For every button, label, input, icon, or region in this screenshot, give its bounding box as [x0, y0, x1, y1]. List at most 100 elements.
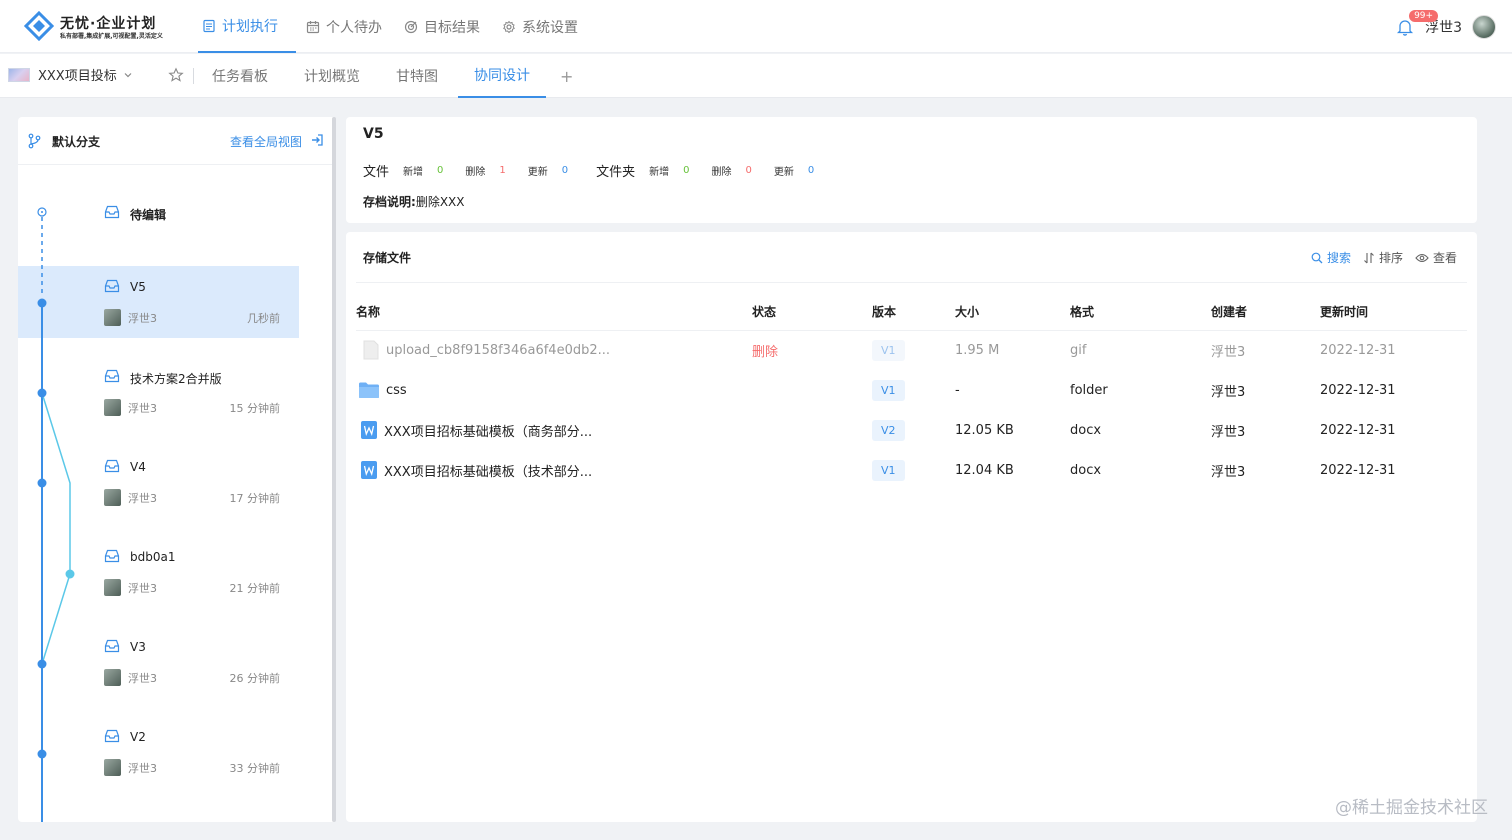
file-status [752, 370, 872, 410]
nav-label: 计划执行 [222, 18, 278, 35]
notifications[interactable]: 99+ [1395, 10, 1439, 37]
logo-icon [24, 11, 54, 41]
folder-added-count: 0 [683, 165, 690, 176]
file-deleted-count: 1 [499, 165, 506, 176]
file-size: 12.04 KB [955, 462, 1014, 478]
version-tag: V2 [872, 419, 905, 441]
login-arrow-icon [312, 134, 323, 146]
view-label: 查看 [1432, 251, 1457, 265]
nav-personal-todo[interactable]: 个人待办 [302, 0, 394, 53]
main-nav: 计划执行 个人待办 目标结果 系统设置 [198, 0, 596, 53]
column-header-status[interactable]: 状态 [752, 294, 872, 331]
global-view-link[interactable]: 查看全局视图 [230, 133, 302, 150]
stored-files-title: 存储文件 [363, 251, 412, 265]
column-header-creator[interactable]: 创建者 [1211, 294, 1320, 331]
branch-item-title: V3 [130, 640, 146, 654]
file-name[interactable]: css [386, 383, 407, 398]
search-button[interactable]: 搜索 [1311, 249, 1351, 266]
sort-button[interactable]: 排序 [1363, 249, 1403, 266]
column-header-name[interactable]: 名称 [356, 294, 752, 331]
nav-system-settings[interactable]: 系统设置 [498, 0, 590, 53]
archive-note-label: 存档说明: [363, 195, 416, 209]
column-header-updated[interactable]: 更新时间 [1320, 294, 1467, 331]
author-avatar [104, 309, 121, 326]
branch-item-author: 浮世3 [128, 672, 157, 685]
file-version-cell: V2 [872, 410, 955, 450]
nav-goal-results[interactable]: 目标结果 [400, 0, 492, 53]
table-row[interactable]: css V1 - folder 浮世3 2022-12-31 [356, 370, 1467, 410]
tab-plan-overview[interactable]: 计划概览 [288, 54, 376, 98]
project-selector[interactable]: XXX项目投标 [8, 65, 135, 84]
branch-item-time: 26 分钟前 [229, 672, 281, 685]
nav-label: 系统设置 [522, 19, 578, 36]
search-icon [1311, 252, 1323, 263]
calendar-icon [306, 20, 320, 33]
word-doc-icon [361, 461, 377, 479]
generic-file-icon [363, 340, 379, 360]
folder-icon [359, 382, 379, 398]
file-name[interactable]: upload_cb8f9158f346a6f4e0db2... [386, 343, 610, 358]
nav-label: 目标结果 [424, 19, 480, 36]
file-name-cell: XXX项目招标基础模板（商务部分... [356, 410, 752, 450]
archive-note: 存档说明:删除XXX [363, 193, 464, 210]
branch-item-title: V5 [130, 280, 146, 294]
author-avatar [104, 579, 121, 596]
stored-files-card: 存储文件 搜索 排序 查看 名称 状态 版本 大小 格式 创建者 更新时间 up… [346, 232, 1477, 822]
file-stats-label: 文件 [363, 165, 390, 180]
file-name[interactable]: XXX项目招标基础模板（技术部分... [384, 461, 592, 480]
logo-subtitle: 私有部署,集成扩展,可视配置,灵活定义 [60, 33, 163, 40]
divider [193, 68, 194, 84]
branch-item-title: bdb0a1 [130, 550, 176, 564]
inbox-icon [104, 459, 120, 473]
column-header-format[interactable]: 格式 [1070, 294, 1211, 331]
file-actions: 搜索 排序 查看 [1299, 249, 1457, 266]
branch-item-title: 技术方案2合并版 [130, 372, 222, 386]
column-header-version[interactable]: 版本 [872, 294, 955, 331]
file-updated: 2022-12-31 [1320, 462, 1396, 478]
branch-item-time: 33 分钟前 [229, 762, 281, 775]
chevron-down-icon [124, 72, 132, 77]
add-tab-button[interactable]: + [550, 54, 583, 98]
calendar-list-icon [203, 19, 215, 32]
tab-task-board[interactable]: 任务看板 [196, 54, 284, 98]
version-tag: V1 [872, 459, 905, 481]
nav-plan-execution[interactable]: 计划执行 [198, 0, 296, 53]
folder-updated-count: 0 [807, 165, 815, 176]
version-timeline [37, 207, 75, 822]
author-avatar [104, 759, 121, 776]
branch-item-time: 15 分钟前 [229, 402, 281, 415]
tab-gantt[interactable]: 甘特图 [380, 54, 454, 98]
author-avatar [104, 669, 121, 686]
star-icon[interactable] [168, 67, 184, 83]
table-row[interactable]: XXX项目招标基础模板（商务部分... V2 12.05 KB docx 浮世3… [356, 410, 1467, 450]
table-row[interactable]: upload_cb8f9158f346a6f4e0db2... 删除 V1 1.… [356, 330, 1467, 370]
folder-deleted-count: 0 [745, 165, 752, 176]
project-tabs: 任务看板 计划概览 甘特图 协同设计 + [196, 54, 587, 98]
tab-collaborative-design[interactable]: 协同设计 [458, 54, 546, 98]
branch-item-author: 浮世3 [128, 312, 157, 325]
branch-item-author: 浮世3 [128, 492, 157, 505]
file-updated: 2022-12-31 [1320, 382, 1396, 398]
branch-panel-scrollbar[interactable] [332, 117, 336, 822]
file-status: 删除 [752, 344, 779, 360]
file-updated-count: 0 [561, 165, 569, 176]
inbox-icon [104, 369, 120, 383]
branch-panel: 默认分支 查看全局视图 待编辑 V5 浮世3 几秒前 技术方案2合并版 浮世3 … [18, 117, 336, 822]
view-button[interactable]: 查看 [1415, 249, 1457, 266]
folder-deleted-label: 删除 [711, 167, 732, 178]
table-row[interactable]: XXX项目招标基础模板（技术部分... V1 12.04 KB docx 浮世3… [356, 450, 1467, 490]
file-name[interactable]: XXX项目招标基础模板（商务部分... [384, 421, 592, 440]
file-format: gif [1070, 342, 1087, 358]
user-avatar[interactable] [1472, 15, 1496, 39]
file-status [752, 410, 872, 450]
inbox-icon [104, 205, 120, 219]
inbox-icon [104, 729, 120, 743]
version-title: V5 [363, 126, 384, 142]
inbox-icon [104, 639, 120, 653]
eye-icon [1415, 253, 1429, 262]
column-header-size[interactable]: 大小 [955, 294, 1070, 331]
file-format: docx [1070, 422, 1102, 438]
file-size: 12.05 KB [955, 422, 1014, 438]
top-bar: 无忧·企业计划 私有部署,集成扩展,可视配置,灵活定义 计划执行 个人待办 目标… [0, 0, 1512, 53]
file-updated-label: 更新 [527, 167, 548, 178]
